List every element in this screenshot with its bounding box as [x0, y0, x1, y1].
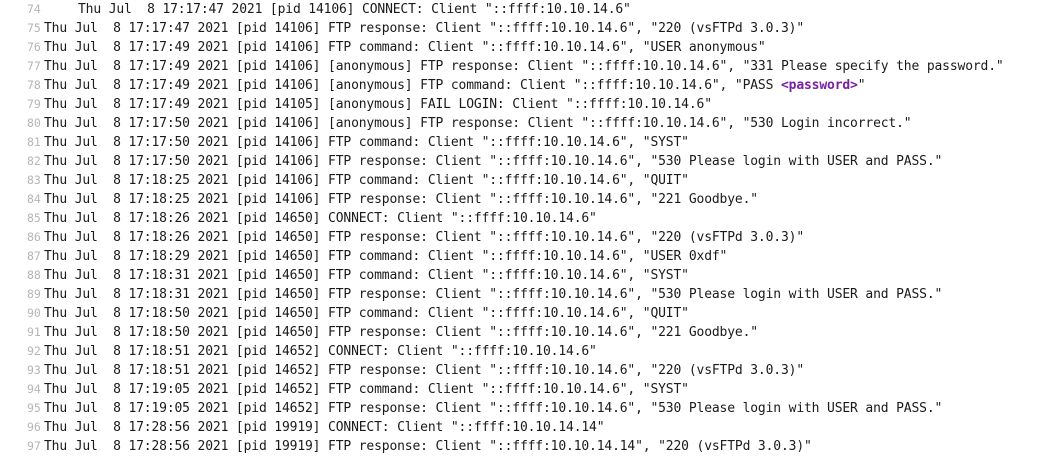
line-number: 77 — [27, 59, 41, 73]
line-number: 92 — [27, 344, 41, 358]
log-text: Thu Jul 8 17:17:50 2021 [pid 14106] FTP … — [44, 154, 943, 169]
log-line: 82 Thu Jul 8 17:17:50 2021 [pid 14106] F… — [0, 152, 942, 171]
log-text: Thu Jul 8 17:17:50 2021 [pid 14106] [ano… — [44, 116, 912, 131]
line-number: 80 — [27, 116, 41, 130]
log-line: 96 Thu Jul 8 17:28:56 2021 [pid 19919] C… — [0, 418, 605, 437]
log-line: 83 Thu Jul 8 17:18:25 2021 [pid 14106] F… — [0, 171, 689, 190]
line-number: 74 — [27, 2, 41, 16]
log-text: Thu Jul 8 17:18:31 2021 [pid 14650] FTP … — [44, 268, 689, 283]
log-line: 78 Thu Jul 8 17:17:49 2021 [pid 14106] [… — [0, 76, 866, 95]
log-line: 93 Thu Jul 8 17:18:51 2021 [pid 14652] F… — [0, 361, 804, 380]
line-number: 83 — [27, 173, 41, 187]
log-line: 97 Thu Jul 8 17:28:56 2021 [pid 19919] F… — [0, 437, 812, 456]
password-placeholder: <password> — [780, 78, 858, 93]
log-text: Thu Jul 8 17:17:49 2021 [pid 14106] [ano… — [44, 76, 866, 95]
log-text: Thu Jul 8 17:28:56 2021 [pid 19919] FTP … — [44, 439, 812, 454]
line-number: 88 — [27, 268, 41, 282]
line-number: 91 — [27, 325, 41, 339]
log-viewer: 74 Thu Jul 8 17:17:47 2021 [pid 14106] C… — [0, 0, 1051, 457]
log-text-pre: Thu Jul 8 17:17:49 2021 [pid 14106] [ano… — [44, 78, 781, 93]
log-text: Thu Jul 8 17:18:26 2021 [pid 14650] CONN… — [44, 211, 597, 226]
log-line: 75 Thu Jul 8 17:17:47 2021 [pid 14106] F… — [0, 19, 804, 38]
line-number: 97 — [27, 439, 41, 453]
log-text: Thu Jul 8 17:18:51 2021 [pid 14652] FTP … — [44, 363, 804, 378]
line-number: 87 — [27, 249, 41, 263]
log-text: Thu Jul 8 17:18:31 2021 [pid 14650] FTP … — [44, 287, 943, 302]
log-text: Thu Jul 8 17:18:50 2021 [pid 14650] FTP … — [44, 325, 758, 340]
log-line: 76 Thu Jul 8 17:17:49 2021 [pid 14106] F… — [0, 38, 766, 57]
line-number: 93 — [27, 363, 41, 377]
log-text: Thu Jul 8 17:18:26 2021 [pid 14650] FTP … — [44, 230, 804, 245]
log-line: 86 Thu Jul 8 17:18:26 2021 [pid 14650] F… — [0, 228, 804, 247]
log-text: Thu Jul 8 17:18:51 2021 [pid 14652] CONN… — [44, 344, 597, 359]
log-text: Thu Jul 8 17:17:50 2021 [pid 14106] FTP … — [44, 135, 689, 150]
log-text: Thu Jul 8 17:19:05 2021 [pid 14652] FTP … — [44, 382, 689, 397]
line-number: 89 — [27, 287, 41, 301]
line-number: 85 — [27, 211, 41, 225]
log-text: Thu Jul 8 17:28:56 2021 [pid 19919] CONN… — [44, 420, 605, 435]
line-number: 78 — [27, 78, 41, 92]
line-number: 90 — [27, 306, 41, 320]
log-line: 81 Thu Jul 8 17:17:50 2021 [pid 14106] F… — [0, 133, 689, 152]
log-text: Thu Jul 8 17:18:50 2021 [pid 14650] FTP … — [44, 306, 689, 321]
log-text: Thu Jul 8 17:18:25 2021 [pid 14106] FTP … — [44, 173, 689, 188]
log-line: 95 Thu Jul 8 17:19:05 2021 [pid 14652] F… — [0, 399, 942, 418]
log-line: 79 Thu Jul 8 17:17:49 2021 [pid 14105] [… — [0, 95, 712, 114]
log-text: Thu Jul 8 17:18:25 2021 [pid 14106] FTP … — [44, 192, 758, 207]
log-line: 91 Thu Jul 8 17:18:50 2021 [pid 14650] F… — [0, 323, 758, 342]
log-line: 84 Thu Jul 8 17:18:25 2021 [pid 14106] F… — [0, 190, 758, 209]
log-text: Thu Jul 8 17:17:49 2021 [pid 14106] [ano… — [44, 59, 1004, 74]
log-text: Thu Jul 8 17:17:47 2021 [pid 14106] FTP … — [44, 21, 804, 36]
log-line: 90 Thu Jul 8 17:18:50 2021 [pid 14650] F… — [0, 304, 689, 323]
log-text: Thu Jul 8 17:17:49 2021 [pid 14106] FTP … — [44, 40, 766, 55]
log-text: Thu Jul 8 17:17:47 2021 [pid 14106] CONN… — [78, 2, 631, 17]
log-line: 77 Thu Jul 8 17:17:49 2021 [pid 14106] [… — [0, 57, 1004, 76]
log-line: 94 Thu Jul 8 17:19:05 2021 [pid 14652] F… — [0, 380, 689, 399]
log-line: 85 Thu Jul 8 17:18:26 2021 [pid 14650] C… — [0, 209, 597, 228]
log-line: 89 Thu Jul 8 17:18:31 2021 [pid 14650] F… — [0, 285, 942, 304]
line-number: 86 — [27, 230, 41, 244]
line-number: 75 — [27, 21, 41, 35]
log-line: 80 Thu Jul 8 17:17:50 2021 [pid 14106] [… — [0, 114, 912, 133]
line-number: 94 — [27, 382, 41, 396]
line-number: 82 — [27, 154, 41, 168]
log-text: Thu Jul 8 17:19:05 2021 [pid 14652] FTP … — [44, 401, 943, 416]
line-number: 79 — [27, 97, 41, 111]
line-number: 95 — [27, 401, 41, 415]
log-text: Thu Jul 8 17:18:29 2021 [pid 14650] FTP … — [44, 249, 728, 264]
line-number: 84 — [27, 192, 41, 206]
line-number: 76 — [27, 40, 41, 54]
log-text-post: " — [857, 78, 866, 93]
line-number: 81 — [27, 135, 41, 149]
line-number: 96 — [27, 420, 41, 434]
log-line: 74 Thu Jul 8 17:17:47 2021 [pid 14106] C… — [0, 0, 631, 19]
log-text: Thu Jul 8 17:17:49 2021 [pid 14105] [ano… — [44, 97, 712, 112]
log-line: 92 Thu Jul 8 17:18:51 2021 [pid 14652] C… — [0, 342, 597, 361]
log-line: 87 Thu Jul 8 17:18:29 2021 [pid 14650] F… — [0, 247, 727, 266]
log-line: 88 Thu Jul 8 17:18:31 2021 [pid 14650] F… — [0, 266, 689, 285]
